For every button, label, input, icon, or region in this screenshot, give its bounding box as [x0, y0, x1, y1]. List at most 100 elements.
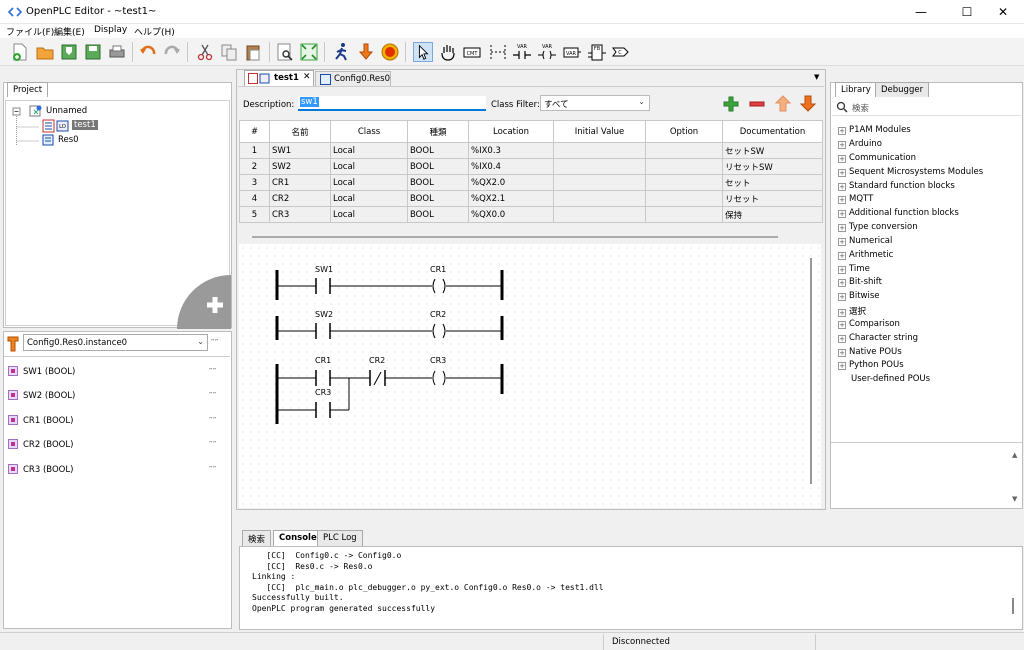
- tab-console[interactable]: Console: [273, 530, 323, 546]
- cell[interactable]: Local: [330, 206, 408, 223]
- zoom-fit-icon[interactable]: [299, 42, 319, 62]
- cell[interactable]: CR2: [269, 190, 331, 207]
- library-item[interactable]: + Python POUs: [838, 360, 904, 370]
- ladder-label-cr3[interactable]: CR3: [315, 388, 331, 397]
- print-icon[interactable]: [107, 42, 127, 62]
- tree-root-label[interactable]: Unnamed: [46, 106, 87, 116]
- cell[interactable]: BOOL: [407, 206, 469, 223]
- new-file-icon[interactable]: [10, 42, 30, 62]
- paste-icon[interactable]: [243, 42, 263, 62]
- library-item[interactable]: + Standard function blocks: [838, 181, 955, 191]
- library-item[interactable]: + P1AM Modules: [838, 125, 911, 135]
- vertical-scrollbar[interactable]: [810, 258, 812, 484]
- hand-pan-icon[interactable]: [438, 42, 458, 62]
- expand-icon[interactable]: +: [838, 210, 846, 218]
- cell[interactable]: [553, 158, 646, 175]
- cell[interactable]: [645, 206, 723, 223]
- power-rail-icon[interactable]: [488, 42, 508, 62]
- remove-variable-icon[interactable]: [749, 96, 765, 112]
- comment-icon[interactable]: CMT: [462, 42, 482, 62]
- cell[interactable]: CR1: [269, 174, 331, 191]
- cell[interactable]: %QX0.0: [468, 206, 554, 223]
- open-folder-icon[interactable]: [35, 42, 55, 62]
- variable-icon[interactable]: VAR: [562, 42, 582, 62]
- library-item[interactable]: + Character string: [838, 333, 918, 343]
- expand-icon[interactable]: +: [838, 238, 846, 246]
- coil-icon[interactable]: VAR: [537, 42, 557, 62]
- function-block-icon[interactable]: FB: [587, 42, 607, 62]
- expand-icon[interactable]: +: [838, 155, 846, 163]
- expand-icon[interactable]: +: [838, 196, 846, 204]
- cell[interactable]: %QX2.1: [468, 190, 554, 207]
- library-item[interactable]: + Comparison: [838, 319, 900, 329]
- expand-icon[interactable]: +: [838, 362, 846, 370]
- stop-icon[interactable]: [380, 42, 400, 62]
- var-item-label[interactable]: SW2 (BOOL): [23, 391, 75, 401]
- library-item[interactable]: + Bit-shift: [838, 277, 882, 287]
- expand-icon[interactable]: +: [838, 127, 846, 135]
- tab-test1[interactable]: test1 ✕: [244, 70, 314, 86]
- copy-icon[interactable]: [219, 42, 239, 62]
- menu-help[interactable]: ヘルプ(H): [134, 25, 175, 38]
- tab-config0-res0[interactable]: Config0.Res0: [315, 71, 391, 86]
- var-item-label[interactable]: CR2 (BOOL): [23, 440, 73, 450]
- debug-glasses-icon[interactable]: ᵔᵔ: [209, 465, 216, 475]
- expand-icon[interactable]: +: [838, 169, 846, 177]
- add-fab-icon[interactable]: [177, 275, 231, 329]
- scroll-up-icon[interactable]: ▲: [1012, 451, 1017, 459]
- cell[interactable]: [553, 142, 646, 159]
- description-input[interactable]: sw1: [298, 96, 486, 111]
- column-header[interactable]: Documentation: [722, 120, 823, 143]
- cell[interactable]: BOOL: [407, 190, 469, 207]
- table-row[interactable]: 1 SW1 Local BOOL %IX0.3 セットSW: [239, 142, 823, 159]
- cell[interactable]: BOOL: [407, 174, 469, 191]
- cell[interactable]: SW2: [269, 158, 331, 175]
- expand-icon[interactable]: +: [838, 335, 846, 343]
- connection-icon[interactable]: C: [611, 42, 631, 62]
- table-row[interactable]: 2 SW2 Local BOOL %IX0.4 リセットSW: [239, 158, 823, 175]
- menu-edit[interactable]: 編集(E): [54, 25, 85, 38]
- minimize-button[interactable]: —: [898, 0, 944, 24]
- column-header[interactable]: Location: [468, 120, 554, 143]
- console-scrollbar[interactable]: [1012, 598, 1014, 614]
- cell[interactable]: リセットSW: [722, 158, 823, 175]
- library-item[interactable]: User-defined POUs: [851, 374, 930, 384]
- debug-glasses-icon[interactable]: ᵔᵔ: [209, 367, 216, 377]
- ladder-label-cr2-coil[interactable]: CR2: [430, 310, 446, 319]
- redo-icon[interactable]: [162, 42, 182, 62]
- horizontal-scrollbar[interactable]: [252, 236, 778, 238]
- expand-icon[interactable]: +: [838, 224, 846, 232]
- column-header[interactable]: Initial Value: [553, 120, 646, 143]
- library-item[interactable]: + 選択: [838, 305, 866, 317]
- class-filter-select[interactable]: すべて ⌄: [540, 95, 650, 111]
- tab-project[interactable]: Project: [7, 82, 49, 97]
- tree-item-res0[interactable]: Res0: [58, 135, 79, 145]
- cell[interactable]: セットSW: [722, 142, 823, 159]
- save-as-icon[interactable]: [83, 42, 103, 62]
- cell[interactable]: BOOL: [407, 142, 469, 159]
- cell[interactable]: Local: [330, 190, 408, 207]
- debug-glasses-icon[interactable]: ᵔᵔ: [209, 416, 216, 426]
- move-down-icon[interactable]: [800, 95, 816, 112]
- scroll-down-icon[interactable]: ▼: [1012, 495, 1017, 503]
- cell[interactable]: SW1: [269, 142, 331, 159]
- cell[interactable]: Local: [330, 142, 408, 159]
- var-item-label[interactable]: CR1 (BOOL): [23, 416, 73, 426]
- library-search[interactable]: 検索: [832, 98, 1021, 116]
- debug-glasses-icon[interactable]: ᵔᵔ: [211, 338, 218, 348]
- cell[interactable]: %QX2.0: [468, 174, 554, 191]
- table-row[interactable]: 4 CR2 Local BOOL %QX2.1 リセット: [239, 190, 823, 207]
- close-button[interactable]: ✕: [980, 0, 1024, 24]
- cell[interactable]: CR3: [269, 206, 331, 223]
- library-item[interactable]: + Additional function blocks: [838, 208, 959, 218]
- library-item[interactable]: + Bitwise: [838, 291, 880, 301]
- column-header[interactable]: 名前: [269, 120, 331, 143]
- console-output[interactable]: [CC] Config0.c -> Config0.o [CC] Res0.c …: [239, 546, 1023, 630]
- move-up-icon[interactable]: [775, 95, 791, 112]
- find-icon[interactable]: [275, 42, 295, 62]
- cell[interactable]: [645, 142, 723, 159]
- library-item[interactable]: + Type conversion: [838, 222, 918, 232]
- expand-icon[interactable]: +: [838, 293, 846, 301]
- column-header[interactable]: Option: [645, 120, 723, 143]
- table-row[interactable]: 5 CR3 Local BOOL %QX0.0 保持: [239, 206, 823, 223]
